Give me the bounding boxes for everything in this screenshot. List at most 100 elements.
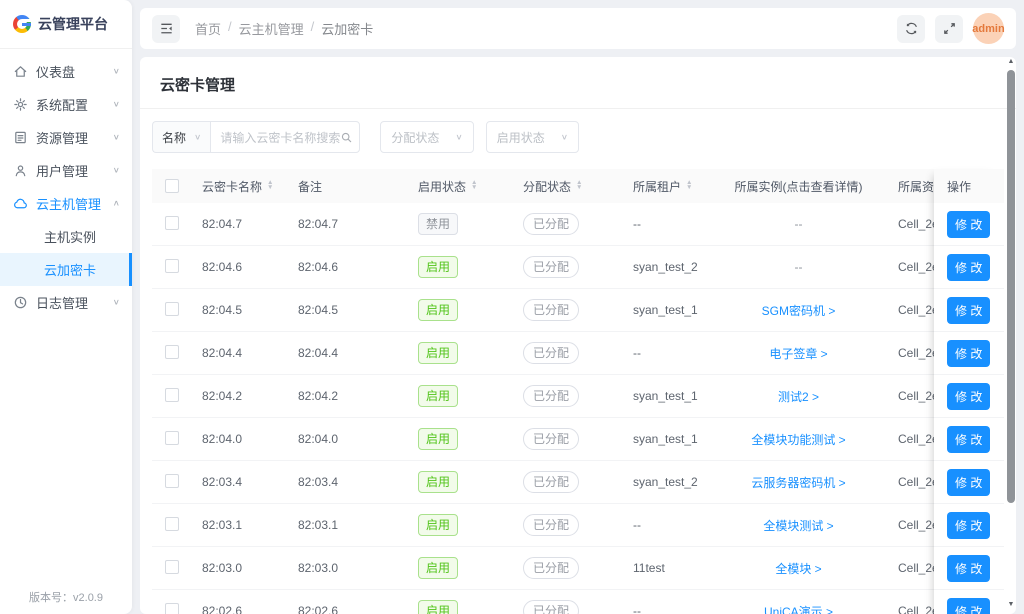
remark-cell: 82:04.2 bbox=[286, 389, 406, 403]
sidebar: 云管理平台 仪表盘 ∨ 系统配置 ∨ 资源管理 ∨ 用户管理 ∨ 云主机管理 ∧… bbox=[0, 0, 132, 614]
chevron-icon: ∧ bbox=[113, 199, 120, 208]
alloc-status-select[interactable]: 分配状态 ∨ bbox=[380, 121, 473, 153]
fullscreen-icon bbox=[942, 21, 957, 36]
remark-cell: 82:04.6 bbox=[286, 260, 406, 274]
sort-icon: ▲▼ bbox=[576, 181, 582, 191]
col-enable-status[interactable]: 启用状态▲▼ bbox=[406, 178, 511, 195]
app-logo: 云管理平台 bbox=[0, 0, 132, 49]
row-checkbox[interactable] bbox=[165, 216, 179, 230]
content-card: 云密卡管理 名称 ∨ 请输入云密卡名称搜索 分配状态 ∨ 启用状态 bbox=[140, 57, 1016, 614]
instance-cell: 全模块 > bbox=[711, 560, 886, 577]
edit-button[interactable]: 修 改 bbox=[947, 297, 990, 324]
card-name-cell: 82:03.4 bbox=[190, 475, 286, 489]
fullscreen-button[interactable] bbox=[935, 15, 963, 43]
instance-link[interactable]: SGM密码机 > bbox=[762, 304, 836, 318]
vertical-scrollbar: ▲ ▼ bbox=[1006, 55, 1016, 614]
sidebar-item-document[interactable]: 资源管理 ∨ bbox=[0, 121, 132, 154]
select-all-checkbox[interactable] bbox=[165, 179, 179, 193]
row-checkbox[interactable] bbox=[165, 345, 179, 359]
document-icon bbox=[13, 130, 28, 145]
card-name-cell: 82:03.1 bbox=[190, 518, 286, 532]
version-label: 版本号：v2.0.9 bbox=[0, 589, 132, 605]
sidebar-item-cloud[interactable]: 云主机管理 ∧ bbox=[0, 187, 132, 220]
edit-button[interactable]: 修 改 bbox=[947, 555, 990, 582]
edit-button[interactable]: 修 改 bbox=[947, 512, 990, 539]
edit-button[interactable]: 修 改 bbox=[947, 254, 990, 281]
enable-status-badge: 启用 bbox=[418, 557, 458, 580]
row-checkbox[interactable] bbox=[165, 517, 179, 531]
scroll-down-arrow[interactable]: ▼ bbox=[1006, 601, 1016, 608]
instance-link[interactable]: 电子签章 > bbox=[769, 347, 827, 361]
scrollbar-thumb[interactable] bbox=[1007, 70, 1015, 503]
col-tenant[interactable]: 所属租户▲▼ bbox=[621, 178, 711, 195]
row-checkbox[interactable] bbox=[165, 560, 179, 574]
col-name[interactable]: 云密卡名称▲▼ bbox=[190, 178, 286, 195]
card-name-cell: 82:04.7 bbox=[190, 217, 286, 231]
tenant-cell: syan_test_2 bbox=[621, 260, 711, 274]
chevron-down-icon: ∨ bbox=[561, 133, 568, 142]
chevron-down-icon: ∨ bbox=[455, 133, 462, 142]
sidebar-item-gear[interactable]: 系统配置 ∨ bbox=[0, 88, 132, 121]
chevron-icon: ∨ bbox=[113, 67, 120, 76]
app-title: 云管理平台 bbox=[38, 14, 108, 34]
chevron-icon: ∨ bbox=[113, 298, 120, 307]
row-checkbox[interactable] bbox=[165, 388, 179, 402]
tenant-cell: -- bbox=[621, 217, 711, 231]
sidebar-item-clock[interactable]: 日志管理 ∨ bbox=[0, 286, 132, 319]
tenant-cell: -- bbox=[621, 518, 711, 532]
row-checkbox[interactable] bbox=[165, 259, 179, 273]
row-checkbox[interactable] bbox=[165, 431, 179, 445]
edit-button[interactable]: 修 改 bbox=[947, 469, 990, 496]
card-name-cell: 82:04.0 bbox=[190, 432, 286, 446]
row-checkbox[interactable] bbox=[165, 603, 179, 614]
tenant-cell: 11test bbox=[621, 561, 711, 575]
cloud-icon bbox=[13, 196, 28, 211]
edit-button[interactable]: 修 改 bbox=[947, 211, 990, 238]
row-checkbox[interactable] bbox=[165, 474, 179, 488]
search-field-select[interactable]: 名称 ∨ bbox=[152, 121, 210, 153]
instance-cell: UniCA演示 > bbox=[711, 603, 886, 614]
remark-cell: 82:03.1 bbox=[286, 518, 406, 532]
instance-link[interactable]: 测试2 > bbox=[778, 390, 819, 404]
sidebar-subitem[interactable]: 云加密卡 bbox=[0, 253, 132, 286]
instance-link[interactable]: 全模块 > bbox=[775, 562, 821, 576]
edit-button[interactable]: 修 改 bbox=[947, 383, 990, 410]
table-row: 82:04.6 82:04.6 启用 已分配 syan_test_2 -- Ce… bbox=[152, 246, 1004, 289]
enable-status-select[interactable]: 启用状态 ∨ bbox=[486, 121, 579, 153]
sidebar-item-users[interactable]: 用户管理 ∨ bbox=[0, 154, 132, 187]
sidebar-item-home[interactable]: 仪表盘 ∨ bbox=[0, 55, 132, 88]
gear-icon bbox=[13, 97, 28, 112]
col-alloc-status[interactable]: 分配状态▲▼ bbox=[511, 178, 621, 195]
sidebar-menu: 仪表盘 ∨ 系统配置 ∨ 资源管理 ∨ 用户管理 ∨ 云主机管理 ∧ 主机实例云… bbox=[0, 49, 132, 325]
enable-status-badge: 启用 bbox=[418, 600, 458, 614]
sidebar-subitem[interactable]: 主机实例 bbox=[0, 220, 132, 253]
breadcrumb-home[interactable]: 首页 bbox=[195, 19, 221, 38]
sort-icon: ▲▼ bbox=[686, 181, 692, 191]
app-logo-icon bbox=[13, 15, 31, 33]
collapse-sidebar-button[interactable] bbox=[152, 15, 180, 43]
table-row: 82:04.4 82:04.4 启用 已分配 -- 电子签章 > Cell_2e… bbox=[152, 332, 1004, 375]
instance-link[interactable]: 全模块功能测试 > bbox=[751, 433, 845, 447]
breadcrumb-host-mgmt[interactable]: 云主机管理 bbox=[239, 19, 304, 38]
search-icon[interactable] bbox=[340, 131, 353, 144]
alloc-status-badge: 已分配 bbox=[523, 471, 579, 494]
instance-link[interactable]: 全模块测试 > bbox=[763, 519, 833, 533]
edit-button[interactable]: 修 改 bbox=[947, 598, 990, 614]
instance-cell: 全模块功能测试 > bbox=[711, 431, 886, 448]
col-action: 操作 bbox=[934, 169, 1004, 203]
row-checkbox[interactable] bbox=[165, 302, 179, 316]
table-row: 82:03.1 82:03.1 启用 已分配 -- 全模块测试 > Cell_2… bbox=[152, 504, 1004, 547]
remark-cell: 82:04.7 bbox=[286, 217, 406, 231]
enable-status-badge: 启用 bbox=[418, 299, 458, 322]
refresh-button[interactable] bbox=[897, 15, 925, 43]
edit-button[interactable]: 修 改 bbox=[947, 426, 990, 453]
card-name-cell: 82:04.6 bbox=[190, 260, 286, 274]
edit-button[interactable]: 修 改 bbox=[947, 340, 990, 367]
scroll-up-arrow[interactable]: ▲ bbox=[1006, 58, 1016, 65]
search-input[interactable]: 请输入云密卡名称搜索 bbox=[210, 121, 360, 153]
instance-link[interactable]: 云服务器密码机 > bbox=[751, 476, 845, 490]
table-row: 82:02.6 82:02.6 启用 已分配 -- UniCA演示 > Cell… bbox=[152, 590, 1004, 614]
avatar[interactable]: admin bbox=[973, 13, 1004, 44]
chevron-icon: ∨ bbox=[113, 100, 120, 109]
instance-link[interactable]: UniCA演示 > bbox=[764, 605, 833, 614]
